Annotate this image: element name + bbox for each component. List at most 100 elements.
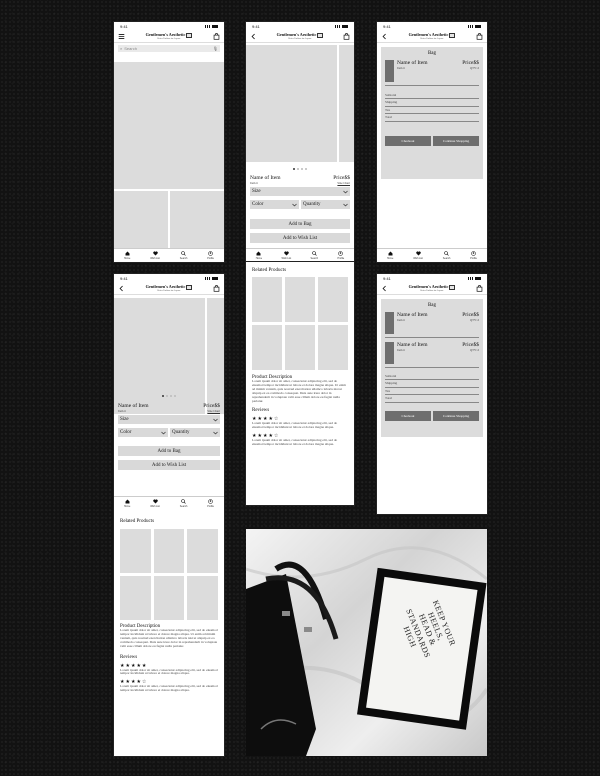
- hero-banner[interactable]: [114, 62, 224, 189]
- related-product-tile[interactable]: [153, 529, 185, 573]
- product-image-next[interactable]: [339, 45, 354, 162]
- tab-home[interactable]: Home: [387, 251, 393, 260]
- color-select[interactable]: Color: [118, 428, 168, 437]
- tab-profile[interactable]: Profile: [337, 251, 344, 260]
- back-icon[interactable]: [381, 33, 388, 40]
- status-bar: 9:41: [377, 274, 487, 283]
- promo-tile-right[interactable]: [170, 191, 224, 248]
- tab-bar: Home Wish List Search Profile: [114, 496, 224, 510]
- size-select[interactable]: Size: [118, 415, 220, 424]
- related-product-tile[interactable]: [187, 529, 218, 573]
- bag-item[interactable]: Name of Item Price$$ Item # QTY: #: [385, 60, 479, 86]
- bag-screen-single: 9:41 Gentlemen's Aesthetic Better Fashio…: [377, 22, 487, 262]
- tab-home[interactable]: Home: [124, 251, 130, 260]
- chevron-down-icon: [161, 431, 166, 434]
- search-icon: [444, 251, 449, 256]
- brand-logo[interactable]: Gentlemen's Aesthetic Better Fashion for…: [277, 33, 324, 40]
- brand-logo[interactable]: Gentlemen's Aesthetic Better Fashion for…: [146, 33, 193, 40]
- top-nav: Gentlemen's Aesthetic Better Fashion for…: [377, 283, 487, 295]
- product-screen-lower: Related Products Product Description Lor…: [246, 262, 354, 505]
- tab-search[interactable]: Search: [311, 251, 318, 260]
- top-nav: Gentlemen's Aesthetic Better Fashion for…: [377, 31, 487, 43]
- signal-icon: [205, 25, 210, 28]
- tab-profile[interactable]: Profile: [207, 499, 214, 508]
- related-product-tile[interactable]: [252, 325, 282, 370]
- checkout-button[interactable]: Checkout: [385, 410, 431, 421]
- brand-logo[interactable]: Gentlemen's Aesthetic Better Fashion for…: [146, 285, 193, 292]
- related-product-tile[interactable]: [187, 576, 218, 620]
- add-to-wishlist-button[interactable]: Add to Wish List: [250, 233, 350, 243]
- tab-wishlist[interactable]: Wish List: [413, 251, 423, 260]
- search-icon: ⌕: [120, 46, 123, 51]
- battery-icon: [475, 277, 481, 280]
- promo-tile-left[interactable]: [114, 191, 168, 248]
- bag-panel: Bag Name of Item Price$$ Item # QTY: # Sub…: [381, 47, 483, 179]
- bag-icon[interactable]: [476, 33, 483, 40]
- search-icon: [181, 251, 186, 256]
- tab-wishlist[interactable]: Wish List: [281, 251, 291, 260]
- quantity-select[interactable]: Quantity: [301, 200, 350, 209]
- home-icon: [256, 251, 261, 256]
- bag-icon[interactable]: [213, 33, 220, 40]
- bag-icon[interactable]: [213, 285, 220, 292]
- size-select[interactable]: Size: [250, 187, 350, 196]
- brand-logo[interactable]: Gentlemen's Aesthetic Better Fashion for…: [409, 33, 456, 40]
- brand-logo[interactable]: Gentlemen's Aesthetic Better Fashion for…: [409, 285, 456, 292]
- description-text: Lorem ipsum dolor sit amet, consectetur …: [120, 628, 218, 648]
- tab-profile[interactable]: Profile: [470, 251, 477, 260]
- related-product-tile[interactable]: [153, 576, 185, 620]
- related-product-tile[interactable]: [285, 325, 315, 370]
- checkout-button[interactable]: Checkout: [385, 135, 431, 146]
- tab-bar: Home Wish List Search Profile: [377, 248, 487, 262]
- continue-shopping-button[interactable]: Continue Shopping: [433, 135, 479, 146]
- status-bar: 9:41: [114, 22, 224, 31]
- back-icon[interactable]: [381, 285, 388, 292]
- related-product-tile[interactable]: [120, 576, 151, 620]
- tab-search[interactable]: Search: [180, 251, 187, 260]
- related-product-tile[interactable]: [252, 277, 282, 322]
- tab-wishlist[interactable]: Wish List: [150, 499, 160, 508]
- status-bar: 9:41: [114, 274, 224, 283]
- add-to-wishlist-button[interactable]: Add to Wish List: [118, 460, 220, 470]
- related-product-tile[interactable]: [285, 277, 315, 322]
- bag-title: Bag: [427, 51, 437, 56]
- tab-home[interactable]: Home: [256, 251, 262, 260]
- back-icon[interactable]: [250, 33, 257, 40]
- tab-wishlist[interactable]: Wish List: [150, 251, 160, 260]
- heart-icon: [284, 251, 289, 256]
- image-pager[interactable]: [246, 168, 354, 170]
- bag-icon[interactable]: [343, 33, 350, 40]
- bag-item[interactable]: Name of Item Price$$ Item # QTY: #: [385, 342, 479, 368]
- image-pager[interactable]: [114, 395, 224, 397]
- bag-icon[interactable]: [476, 285, 483, 292]
- back-icon[interactable]: [118, 285, 125, 292]
- signal-icon: [335, 25, 340, 28]
- size-chart-link[interactable]: Size Chart: [337, 181, 350, 185]
- logo-mark: [317, 32, 324, 38]
- quantity-select[interactable]: Quantity: [170, 428, 220, 437]
- tab-profile[interactable]: Profile: [207, 251, 214, 260]
- tab-bar: Home Wish List Search Profile: [246, 248, 354, 262]
- menu-icon[interactable]: [118, 33, 125, 40]
- microphone-icon[interactable]: 🎙: [213, 46, 218, 51]
- add-to-bag-button[interactable]: Add to Bag: [250, 219, 350, 229]
- size-chart-link[interactable]: Size Chart: [207, 409, 220, 413]
- related-product-tile[interactable]: [318, 325, 348, 370]
- battery-icon: [212, 277, 218, 280]
- related-product-tile[interactable]: [120, 529, 151, 573]
- tab-home[interactable]: Home: [124, 499, 130, 508]
- logo-mark: [449, 32, 456, 38]
- search-input[interactable]: ⌕ Search 🎙: [118, 45, 220, 52]
- home-icon: [125, 499, 130, 504]
- product-image[interactable]: [246, 45, 337, 162]
- review-text: Lorem ipsum dolor sit amet, consectetur …: [252, 421, 338, 430]
- bag-item[interactable]: Name of Item Price$$ Item # QTY: #: [385, 312, 479, 338]
- add-to-bag-button[interactable]: Add to Bag: [118, 446, 220, 456]
- chevron-down-icon: [213, 431, 218, 434]
- related-product-tile[interactable]: [318, 277, 348, 322]
- heart-icon: [415, 251, 421, 256]
- tab-search[interactable]: Search: [180, 499, 187, 508]
- color-select[interactable]: Color: [250, 200, 299, 209]
- continue-shopping-button[interactable]: Continue Shopping: [433, 410, 479, 421]
- tab-search[interactable]: Search: [443, 251, 450, 260]
